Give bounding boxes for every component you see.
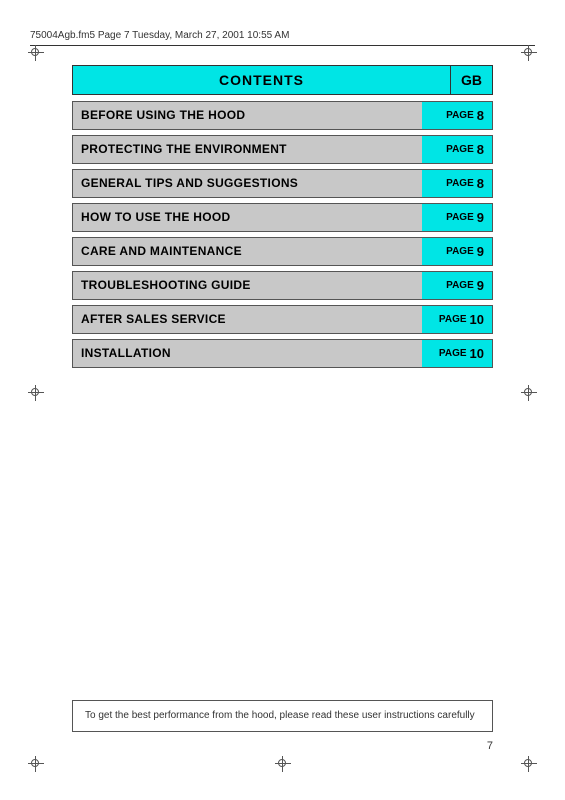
footer-note: To get the best performance from the hoo… bbox=[72, 700, 493, 732]
toc-item-label: AFTER SALES SERVICE bbox=[73, 306, 422, 333]
page-label: PAGE bbox=[446, 178, 474, 189]
page-label: PAGE bbox=[439, 314, 467, 325]
toc-item-label: INSTALLATION bbox=[73, 340, 422, 367]
page-number: 7 bbox=[487, 740, 493, 752]
page-num: 9 bbox=[477, 278, 484, 293]
toc-item-page: PAGE9 bbox=[422, 238, 492, 265]
page-num: 10 bbox=[470, 312, 484, 327]
page-label: PAGE bbox=[446, 212, 474, 223]
page-label: PAGE bbox=[439, 348, 467, 359]
toc-list: BEFORE USING THE HOODPAGE8PROTECTING THE… bbox=[72, 101, 493, 368]
toc-row: TROUBLESHOOTING GUIDEPAGE9 bbox=[72, 271, 493, 300]
page-num: 8 bbox=[477, 142, 484, 157]
toc-item-page: PAGE8 bbox=[422, 102, 492, 129]
page-label: PAGE bbox=[446, 144, 474, 155]
toc-item-page: PAGE9 bbox=[422, 204, 492, 231]
header-filename: 75004Agb.fm5 Page 7 Tuesday, March 27, 2… bbox=[30, 30, 289, 41]
toc-row: PROTECTING THE ENVIRONMENTPAGE8 bbox=[72, 135, 493, 164]
crosshair-bottom-center bbox=[275, 756, 291, 772]
toc-item-page: PAGE10 bbox=[422, 306, 492, 333]
page-label: PAGE bbox=[446, 110, 474, 121]
toc-row: AFTER SALES SERVICEPAGE10 bbox=[72, 305, 493, 334]
header-bar: 75004Agb.fm5 Page 7 Tuesday, March 27, 2… bbox=[30, 30, 535, 46]
crosshair-top-left bbox=[28, 45, 44, 61]
crosshair-top-right bbox=[521, 45, 537, 61]
crosshair-bottom-right bbox=[521, 756, 537, 772]
page-num: 8 bbox=[477, 108, 484, 123]
toc-row: GENERAL TIPS AND SUGGESTIONSPAGE8 bbox=[72, 169, 493, 198]
toc-item-label: HOW TO USE THE HOOD bbox=[73, 204, 422, 231]
toc-item-label: PROTECTING THE ENVIRONMENT bbox=[73, 136, 422, 163]
toc-row: HOW TO USE THE HOODPAGE9 bbox=[72, 203, 493, 232]
toc-item-label: BEFORE USING THE HOOD bbox=[73, 102, 422, 129]
toc-item-page: PAGE10 bbox=[422, 340, 492, 367]
page-label: PAGE bbox=[446, 280, 474, 291]
contents-header: CONTENTS GB bbox=[72, 65, 493, 95]
contents-title: CONTENTS bbox=[72, 65, 450, 95]
page-num: 10 bbox=[470, 346, 484, 361]
page-num: 9 bbox=[477, 244, 484, 259]
toc-item-label: CARE AND MAINTENANCE bbox=[73, 238, 422, 265]
toc-row: CARE AND MAINTENANCEPAGE9 bbox=[72, 237, 493, 266]
page-label: PAGE bbox=[446, 246, 474, 257]
page: 75004Agb.fm5 Page 7 Tuesday, March 27, 2… bbox=[0, 0, 565, 800]
toc-item-page: PAGE8 bbox=[422, 136, 492, 163]
page-num: 8 bbox=[477, 176, 484, 191]
page-num: 9 bbox=[477, 210, 484, 225]
toc-row: INSTALLATIONPAGE10 bbox=[72, 339, 493, 368]
crosshair-bottom-left bbox=[28, 756, 44, 772]
crosshair-mid-left bbox=[28, 385, 44, 401]
toc-item-page: PAGE9 bbox=[422, 272, 492, 299]
toc-row: BEFORE USING THE HOODPAGE8 bbox=[72, 101, 493, 130]
gb-label: GB bbox=[450, 65, 493, 95]
content-area: CONTENTS GB BEFORE USING THE HOODPAGE8PR… bbox=[72, 65, 493, 373]
crosshair-mid-right bbox=[521, 385, 537, 401]
toc-item-page: PAGE8 bbox=[422, 170, 492, 197]
toc-item-label: GENERAL TIPS AND SUGGESTIONS bbox=[73, 170, 422, 197]
toc-item-label: TROUBLESHOOTING GUIDE bbox=[73, 272, 422, 299]
